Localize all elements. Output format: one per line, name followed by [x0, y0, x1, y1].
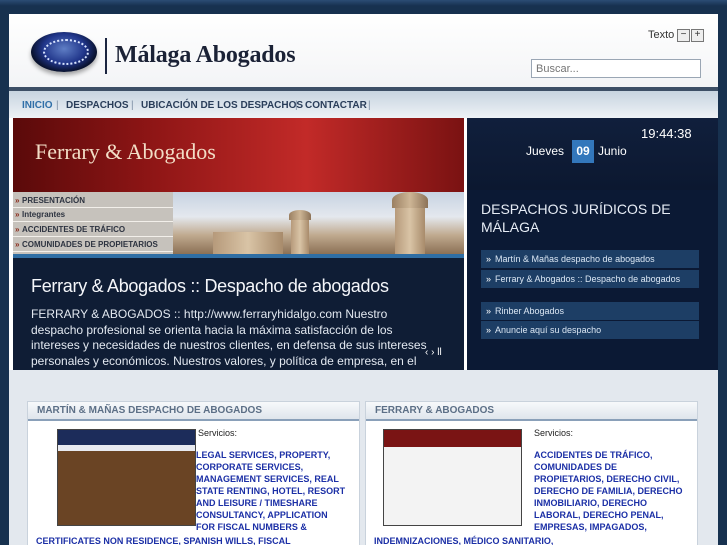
firm-card: MARTÍN & MAÑAS DESPACHO DE ABOGADOS Serv…: [27, 401, 360, 545]
building-shape: [213, 232, 283, 254]
featured-slideshow[interactable]: Ferrary & Abogados PRESENTACIÓN Integran…: [13, 118, 464, 370]
services-label: Servicios:: [198, 428, 238, 438]
text-size-label: Texto: [648, 29, 675, 41]
day-name: Jueves: [526, 144, 565, 158]
services-list-continued: INDEMNIZACIONES, MÉDICO SANITARIO,: [374, 536, 554, 545]
nav-separator: |: [368, 100, 371, 111]
clock-time: 19:44:38: [641, 126, 692, 141]
side-item-comunidades[interactable]: COMUNIDADES DE PROPIETARIOS: [13, 238, 173, 252]
despacho-link[interactable]: Anuncie aquí su despacho: [481, 321, 699, 339]
text-decrease-button[interactable]: −: [677, 29, 690, 42]
text-increase-button[interactable]: +: [691, 29, 704, 42]
dome-shape: [289, 210, 311, 220]
page-container: Málaga Abogados Texto − + INICIO | DESPA…: [9, 14, 718, 545]
feature-title[interactable]: Ferrary & Abogados :: Despacho de abogad…: [31, 276, 389, 297]
services-list-continued: CERTIFICATES NON RESIDENCE, SPANISH WILL…: [36, 536, 291, 545]
firm-screenshot[interactable]: [57, 429, 196, 526]
dome-shape: [392, 192, 428, 208]
top-strip: [0, 0, 727, 6]
main-nav: INICIO | DESPACHOS | UBICACIÓN DE LOS DE…: [9, 87, 718, 118]
firm-card-title[interactable]: FERRARY & ABOGADOS: [366, 402, 697, 421]
nav-despachos[interactable]: DESPACHOS: [66, 100, 129, 111]
firm-screenshot[interactable]: [383, 429, 522, 526]
nav-inicio[interactable]: INICIO: [22, 100, 53, 111]
services-list: ACCIDENTES DE TRÁFICO, COMUNIDADES DE PR…: [534, 450, 683, 532]
side-item-presentacion[interactable]: PRESENTACIÓN: [13, 194, 173, 208]
feature-divider: [13, 254, 464, 258]
banner-title: Ferrary & Abogados: [35, 139, 216, 164]
search-input[interactable]: [531, 59, 701, 78]
feature-side-menu: PRESENTACIÓN Integrantes ACCIDENTES DE T…: [13, 192, 173, 254]
featured-banner: Ferrary & Abogados: [13, 118, 464, 192]
nav-contactar[interactable]: CONTACTAR: [305, 100, 367, 111]
despachos-panel: DESPACHOS JURÍDICOS DE MÁLAGA Martín & M…: [467, 190, 718, 370]
slideshow-controls[interactable]: ‹ › ll: [425, 347, 442, 358]
despacho-link[interactable]: Martín & Mañas despacho de abogados: [481, 250, 699, 268]
side-item-accidentes[interactable]: ACCIDENTES DE TRÁFICO: [13, 223, 173, 237]
month-name: Junio: [598, 144, 627, 158]
firms-section: MARTÍN & MAÑAS DESPACHO DE ABOGADOS Serv…: [9, 370, 718, 545]
day-number-badge: 09: [572, 140, 594, 163]
date-panel: 19:44:38 Jueves 09 Junio: [467, 118, 718, 190]
despacho-link[interactable]: Rinber Abogados: [481, 302, 699, 320]
firm-card: FERRARY & ABOGADOS Servicios: ACCIDENTES…: [365, 401, 698, 545]
site-logo-icon[interactable]: [31, 32, 97, 72]
site-title[interactable]: Málaga Abogados: [115, 42, 296, 69]
nav-ubicacion[interactable]: UBICACIÓN DE LOS DESPACHOS: [141, 100, 303, 111]
firm-card-title[interactable]: MARTÍN & MAÑAS DESPACHO DE ABOGADOS: [28, 402, 359, 421]
nav-separator: |: [295, 100, 298, 111]
nav-separator: |: [56, 100, 59, 111]
feature-text: FERRARY & ABOGADOS :: http://www.ferrary…: [31, 307, 427, 370]
tower-shape: [395, 202, 425, 254]
side-item-integrantes[interactable]: Integrantes: [13, 208, 173, 222]
site-header: Málaga Abogados Texto − +: [9, 14, 718, 87]
despacho-link[interactable]: Ferrary & Abogados :: Despacho de abogad…: [481, 270, 699, 288]
logo-divider: [105, 38, 107, 74]
cathedral-photo: [173, 192, 464, 254]
services-label: Servicios:: [534, 428, 574, 438]
services-list: LEGAL SERVICES, PROPERTY, CORPORATE SERV…: [196, 450, 346, 532]
tower-shape: [291, 218, 309, 254]
nav-separator: |: [131, 100, 134, 111]
despachos-title: DESPACHOS JURÍDICOS DE MÁLAGA: [481, 201, 671, 235]
